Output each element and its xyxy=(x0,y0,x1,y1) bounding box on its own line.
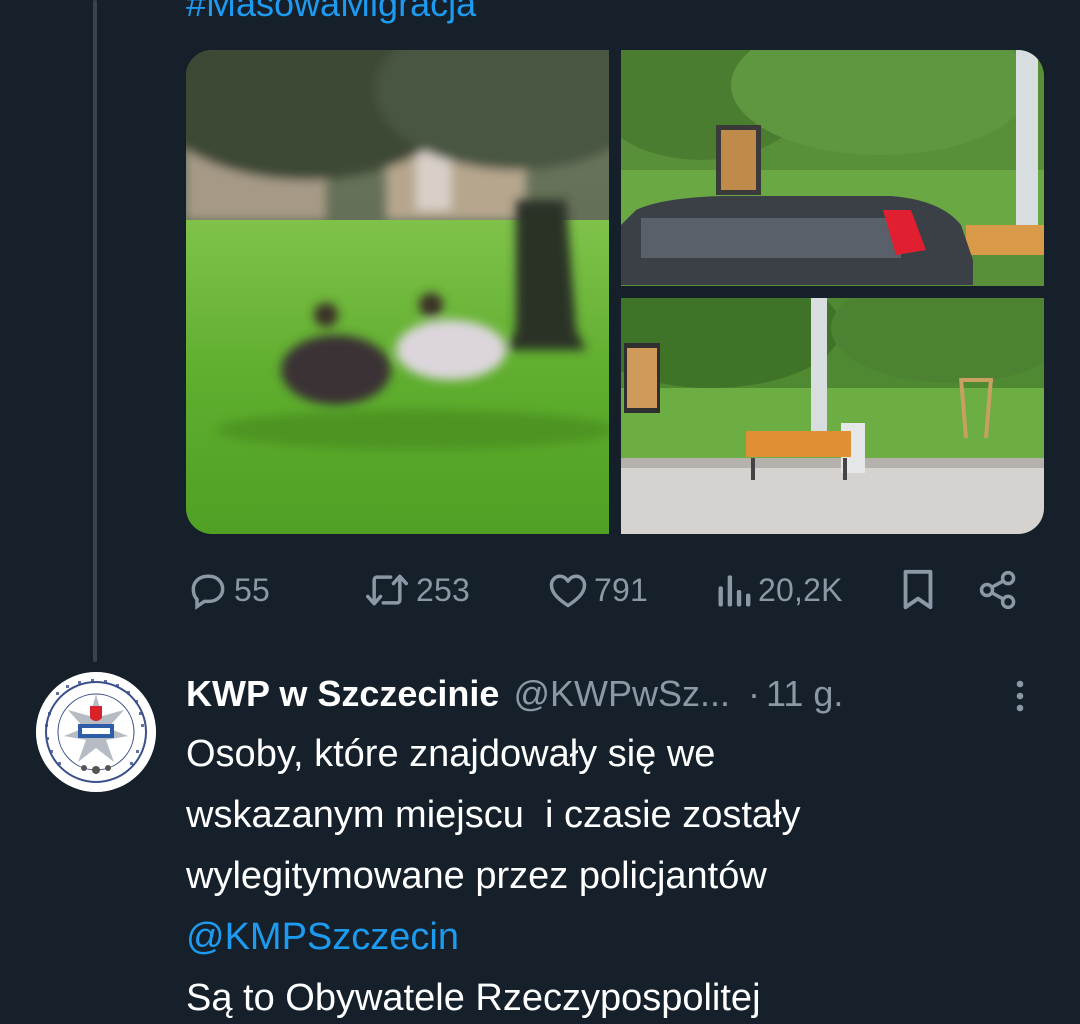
author-name[interactable]: KWP w Szczecinie xyxy=(186,673,499,715)
bar-chart-icon xyxy=(718,575,751,607)
retweet-count: 253 xyxy=(416,571,470,608)
tweet-timestamp[interactable]: 11 g. xyxy=(766,673,843,715)
views-count: 20,2K xyxy=(758,571,843,608)
tweet-text-line: Są to Obywatele Rzeczypospolitej xyxy=(186,977,761,1019)
tweet-photo-3[interactable] xyxy=(621,298,1044,534)
retweet-arrows-icon xyxy=(366,574,408,606)
speech-bubble-icon xyxy=(191,574,225,610)
share-button[interactable] xyxy=(976,562,1020,618)
timeline: #MasowaMigracja 55 253 791 20,2K KWP w S… xyxy=(0,0,1080,1024)
bookmark-button[interactable] xyxy=(898,562,938,618)
heart-icon xyxy=(549,574,587,608)
share-nodes-icon xyxy=(979,570,1016,610)
vertical-ellipsis-icon[interactable] xyxy=(1008,676,1032,716)
thread-connector-line xyxy=(93,0,97,662)
tweet-text-line: Osoby, które znajdowały się we xyxy=(186,733,716,775)
like-count: 791 xyxy=(594,571,648,608)
reply-button[interactable]: 55 xyxy=(186,562,270,618)
reply-count: 55 xyxy=(234,571,270,608)
reply-tweet-text: Osoby, które znajdowały się we wskazanym… xyxy=(186,724,1066,1024)
author-avatar[interactable] xyxy=(36,672,156,792)
reply-tweet-header: KWP w Szczecinie @KWPwSz... · 11 g. xyxy=(186,666,1036,722)
retweet-button[interactable]: 253 xyxy=(362,562,470,618)
police-badge-logo xyxy=(36,672,156,792)
author-handle[interactable]: @KWPwSz... xyxy=(513,673,730,715)
tweet-media-grid xyxy=(186,50,1044,534)
bookmark-icon xyxy=(903,569,933,610)
tweet-photo-2[interactable] xyxy=(621,50,1044,286)
tweet-text-line: wskazanym miejscu i czasie zostały xyxy=(186,794,801,836)
tweet-photo-1[interactable] xyxy=(186,50,609,534)
separator-dot: · xyxy=(748,673,760,714)
hashtag-link[interactable]: #MasowaMigracja xyxy=(186,0,476,24)
views-button[interactable]: 20,2K xyxy=(716,562,843,618)
mention-link[interactable]: @KMPSzczecin xyxy=(186,907,1066,968)
tweet-action-bar: 55 253 791 20,2K xyxy=(186,562,1044,618)
tweet-text-line: wylegitymowane przez policjantów xyxy=(186,855,767,897)
like-button[interactable]: 791 xyxy=(546,562,648,618)
